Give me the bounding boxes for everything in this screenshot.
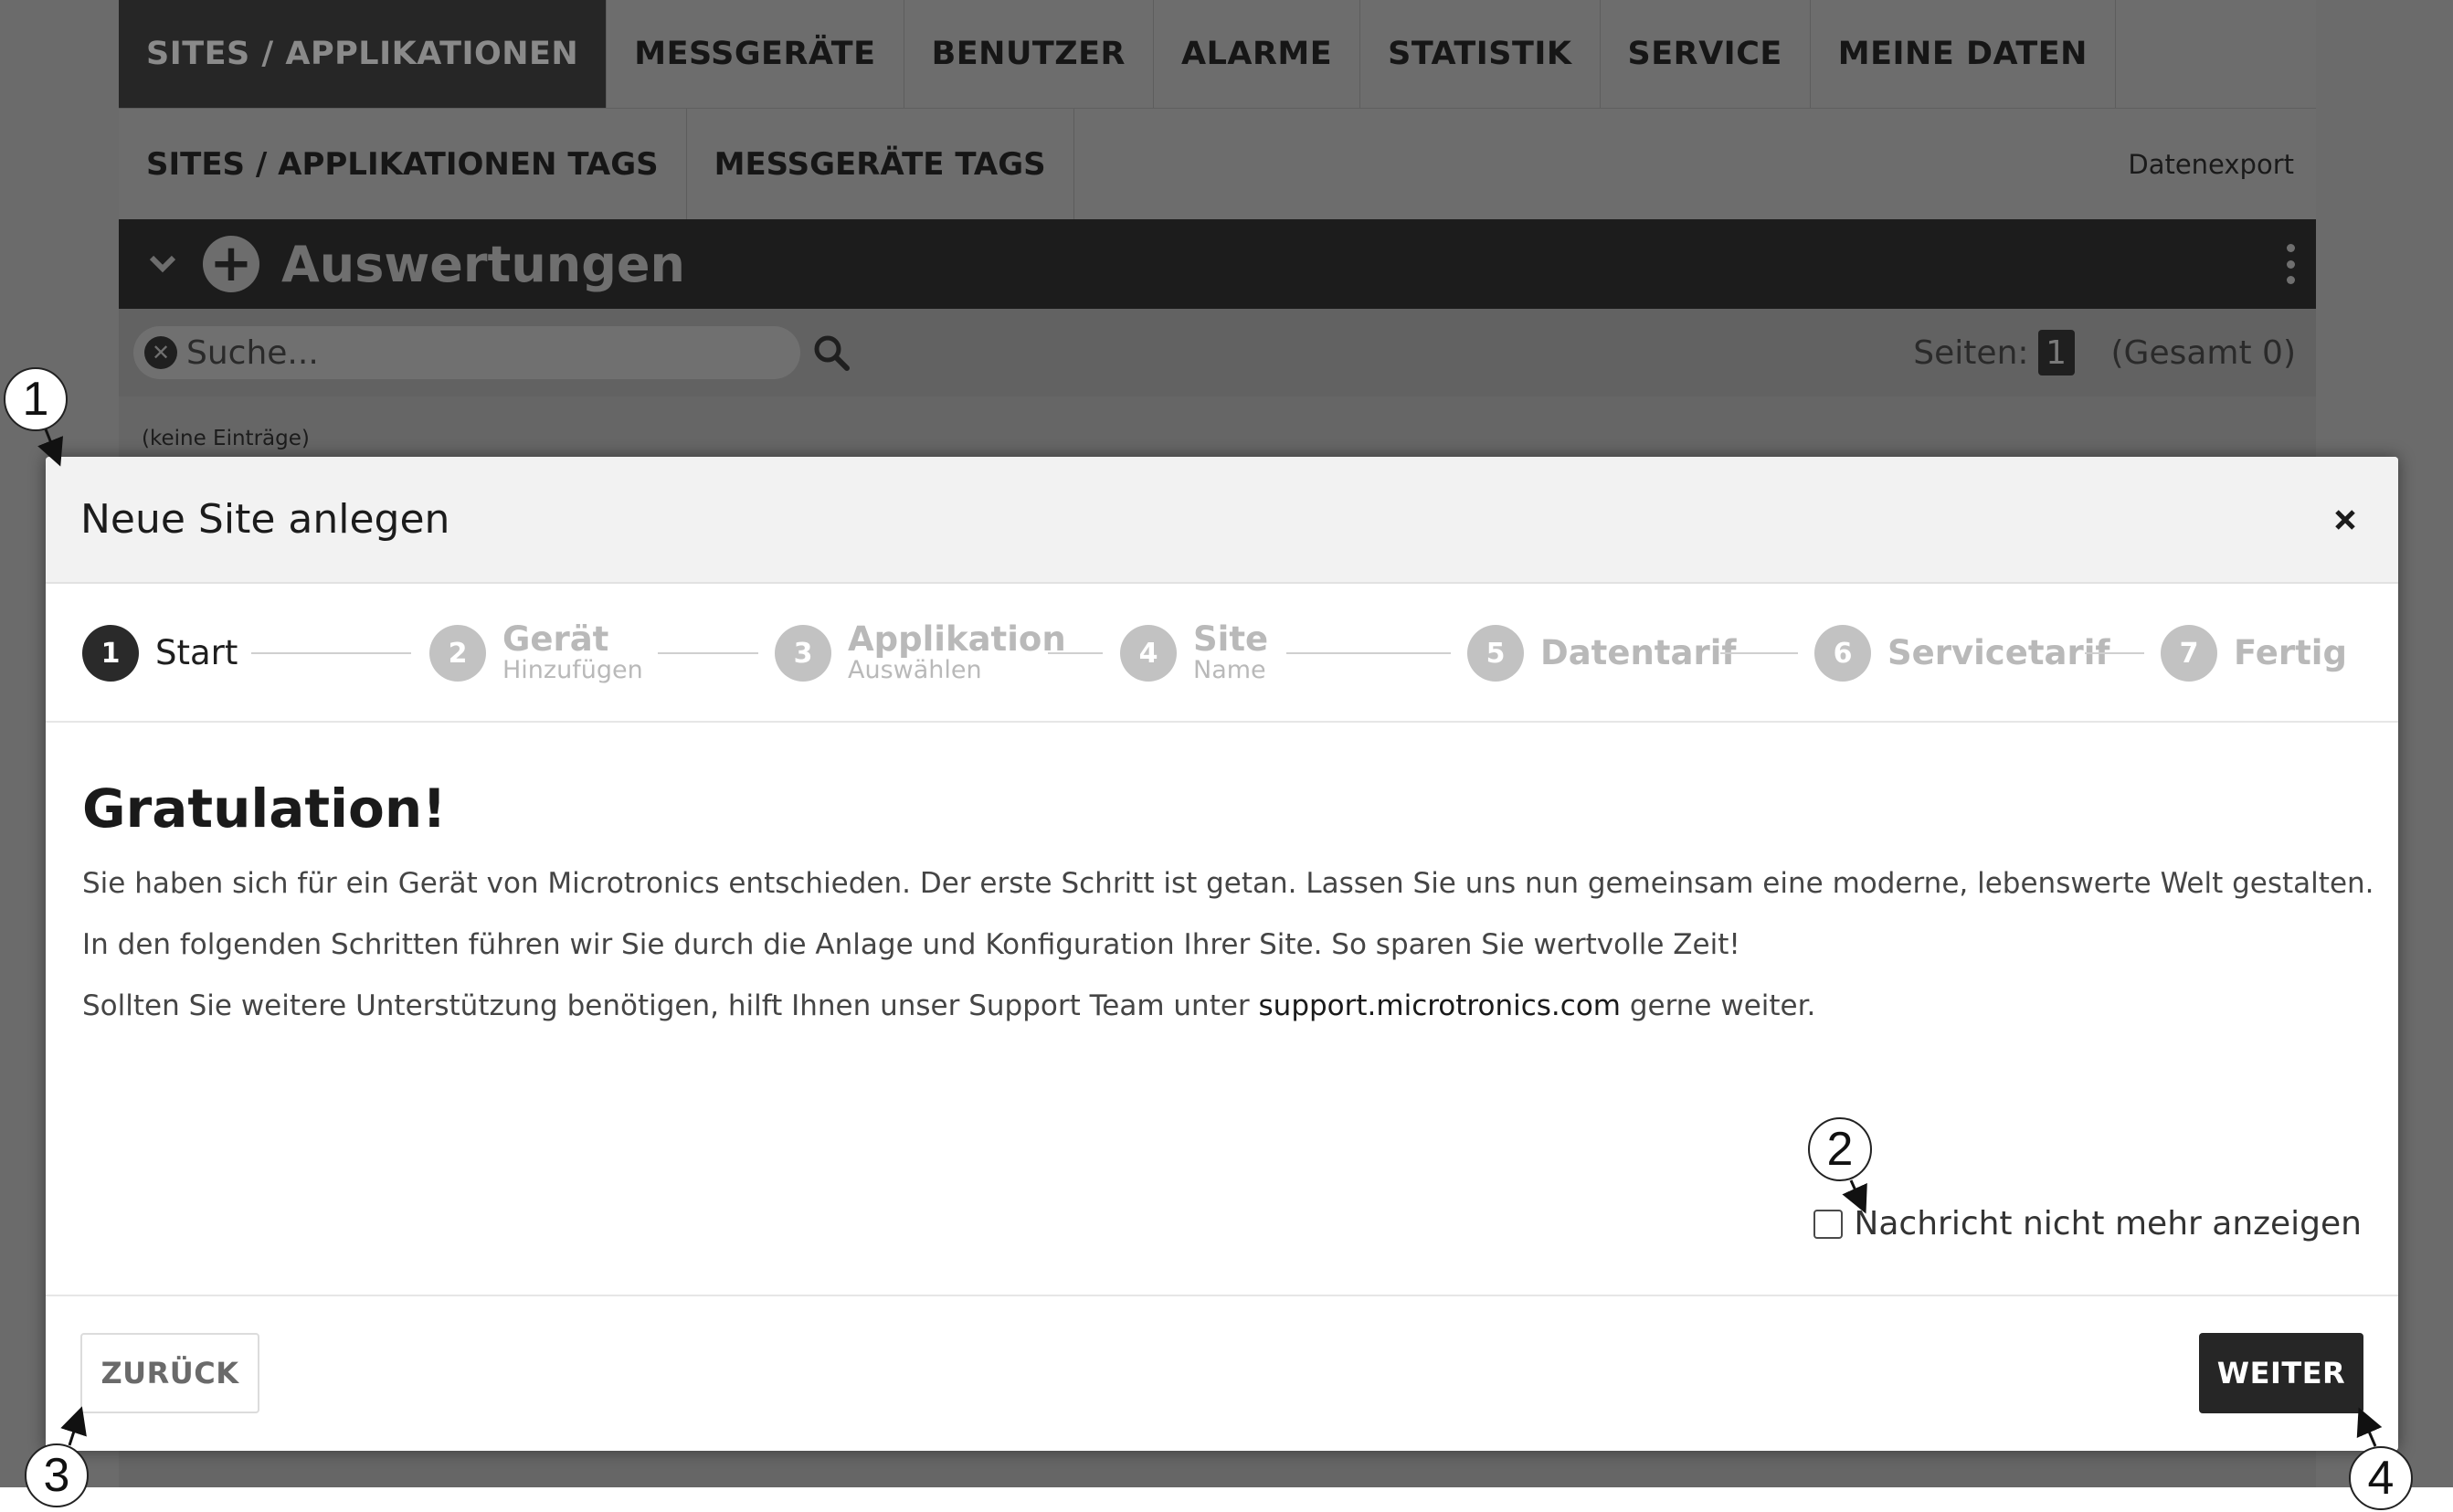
callout-arrows	[37, 428, 2383, 1447]
callout-4: 4	[2349, 1446, 2413, 1510]
callout-1: 1	[4, 367, 68, 431]
callout-1-arrow	[37, 428, 64, 467]
callout-3-arrow	[60, 1406, 87, 1446]
callout-3: 3	[25, 1443, 89, 1507]
callout-2: 2	[1808, 1117, 1872, 1181]
callout-4-arrow	[2356, 1407, 2383, 1447]
callout-2-arrow	[1842, 1179, 1867, 1214]
